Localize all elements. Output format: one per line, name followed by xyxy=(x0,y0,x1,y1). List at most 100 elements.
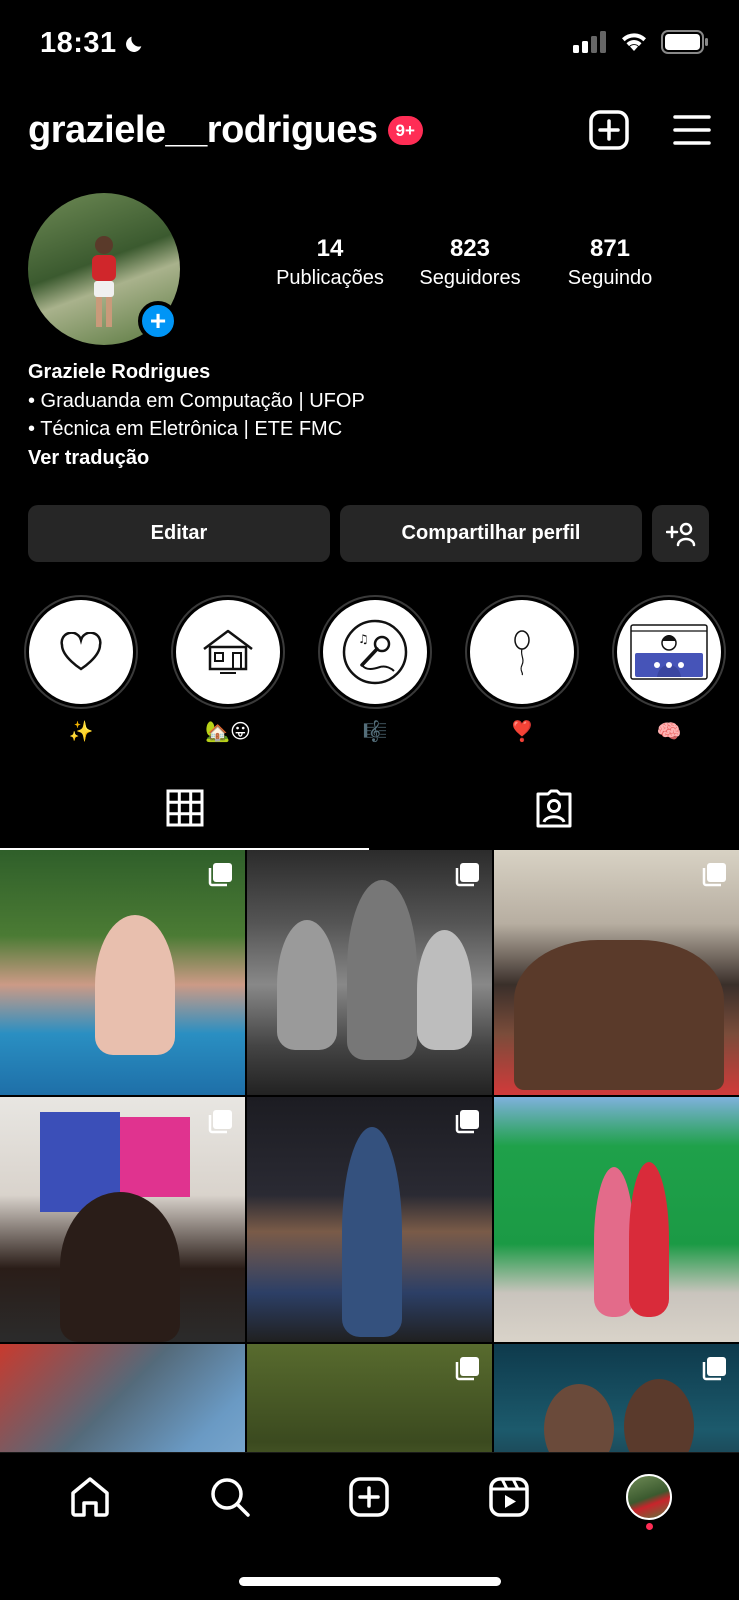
profile-avatar-wrap[interactable]: + xyxy=(28,193,180,345)
multiple-photos-icon xyxy=(454,862,480,893)
highlight-ring: ♫ xyxy=(318,595,432,709)
avatar-person-figure xyxy=(92,236,116,327)
clock-text: 18:31 xyxy=(40,27,117,59)
reels-icon xyxy=(489,1477,530,1517)
balloon-icon xyxy=(514,630,530,676)
wifi-icon xyxy=(622,33,646,51)
post-photo-subject xyxy=(277,920,337,1050)
multiple-photos-icon xyxy=(207,862,233,893)
add-person-icon xyxy=(665,522,695,546)
bottom-navigation xyxy=(0,1452,739,1600)
highlight-cover xyxy=(176,600,280,704)
profile-header: graziele__rodrigues 9+ xyxy=(28,100,711,160)
post-photo-subject xyxy=(594,1167,634,1317)
stat-label: Publicações xyxy=(276,267,384,289)
highlight-ring xyxy=(612,595,726,709)
share-profile-button[interactable]: Compartilhar perfil xyxy=(340,505,642,562)
moon-icon xyxy=(125,36,142,52)
highlight-item[interactable]: ✨ xyxy=(24,595,138,745)
add-story-button[interactable]: + xyxy=(138,301,178,341)
post-thumbnail[interactable] xyxy=(247,1097,492,1342)
battery-icon xyxy=(661,30,708,54)
bio-line: • Graduanda em Computação | UFOP xyxy=(28,389,365,412)
profile-buttons: Editar Compartilhar perfil xyxy=(28,505,711,562)
stat-value: 871 xyxy=(589,235,631,262)
post-thumbnail[interactable] xyxy=(0,1097,245,1342)
translate-link[interactable]: Ver tradução xyxy=(28,444,365,473)
stat-posts[interactable]: 14 Publicações xyxy=(260,235,400,290)
nav-profile[interactable] xyxy=(614,1462,684,1532)
post-photo-subject xyxy=(514,940,724,1090)
house-icon xyxy=(203,629,253,674)
highlight-item[interactable]: 🏡😛 xyxy=(171,595,285,745)
poster-pink xyxy=(120,1117,190,1197)
highlight-cover xyxy=(470,600,574,704)
post-thumbnail[interactable] xyxy=(0,850,245,1095)
highlight-cover xyxy=(29,600,133,704)
nav-row xyxy=(0,1453,739,1541)
username[interactable]: graziele__rodrigues xyxy=(28,109,378,152)
multiple-photos-icon xyxy=(454,1109,480,1140)
bio-line: • Técnica em Eletrônica | ETE FMC xyxy=(28,418,343,440)
tab-tagged[interactable] xyxy=(370,765,739,850)
multiple-photos-icon xyxy=(454,1356,480,1387)
post-photo-subject xyxy=(417,930,472,1050)
notification-dot xyxy=(646,1523,654,1530)
grid-icon xyxy=(166,789,204,826)
highlight-label: 🎼 xyxy=(362,721,388,743)
status-bar: 18:31 xyxy=(0,0,739,90)
highlight-item[interactable]: 🧠 xyxy=(612,595,726,745)
tagged-icon xyxy=(536,789,572,827)
post-photo-subject xyxy=(60,1192,180,1342)
highlight-ring xyxy=(171,595,285,709)
nav-reels[interactable] xyxy=(474,1462,544,1532)
menu-icon[interactable] xyxy=(673,114,711,146)
stat-following[interactable]: 871 Seguindo xyxy=(540,235,680,290)
nav-search[interactable] xyxy=(195,1462,265,1532)
home-indicator[interactable] xyxy=(238,1577,501,1586)
post-photo-subject xyxy=(347,880,417,1060)
post-photo-subject xyxy=(342,1127,402,1337)
discover-people-button[interactable] xyxy=(652,505,709,562)
highlight-cover xyxy=(617,600,721,704)
tab-posts-grid[interactable] xyxy=(0,765,370,850)
story-highlights: ✨ 🏡😛 ♫ 🎼 ❣️ 🧠 xyxy=(24,595,739,745)
nav-create[interactable] xyxy=(334,1462,404,1532)
new-post-icon[interactable] xyxy=(589,110,629,150)
multiple-photos-icon xyxy=(701,1356,727,1387)
notification-badge[interactable]: 9+ xyxy=(387,115,423,145)
profile-tabs xyxy=(0,765,739,850)
microphone-icon: ♫ xyxy=(342,619,408,685)
highlight-ring xyxy=(24,595,138,709)
profile-avatar-small xyxy=(626,1474,673,1520)
post-photo-subject xyxy=(95,915,175,1055)
highlight-ring xyxy=(465,595,579,709)
highlight-label: 🏡😛 xyxy=(205,721,251,743)
status-time: 18:31 xyxy=(40,27,145,60)
stat-label: Seguidores xyxy=(419,267,521,289)
stat-value: 14 xyxy=(316,235,344,262)
nav-home[interactable] xyxy=(55,1462,125,1532)
header-actions xyxy=(589,110,711,150)
create-icon xyxy=(349,1477,390,1517)
profile-name: Graziele Rodrigues xyxy=(28,361,211,383)
video-call-icon xyxy=(630,624,708,680)
post-thumbnail[interactable] xyxy=(494,850,739,1095)
post-thumbnail[interactable] xyxy=(247,850,492,1095)
signal-icon xyxy=(573,31,606,53)
heart-icon xyxy=(60,632,102,671)
highlight-label: 🧠 xyxy=(656,721,682,743)
stat-label: Seguindo xyxy=(567,267,653,289)
multiple-photos-icon xyxy=(207,1109,233,1140)
home-icon xyxy=(71,1477,109,1517)
highlight-item[interactable]: ❣️ xyxy=(465,595,579,745)
highlight-item[interactable]: ♫ 🎼 xyxy=(318,595,432,745)
post-thumbnail[interactable] xyxy=(494,1097,739,1342)
profile-stats: 14 Publicações 823 Seguidores 871 Seguin… xyxy=(260,235,680,290)
multiple-photos-icon xyxy=(701,862,727,893)
highlight-label: ✨ xyxy=(68,721,94,743)
edit-profile-button[interactable]: Editar xyxy=(28,505,330,562)
svg-text:♫: ♫ xyxy=(358,632,369,646)
profile-bio: Graziele Rodrigues • Graduanda em Comput… xyxy=(28,358,365,472)
stat-followers[interactable]: 823 Seguidores xyxy=(400,235,540,290)
